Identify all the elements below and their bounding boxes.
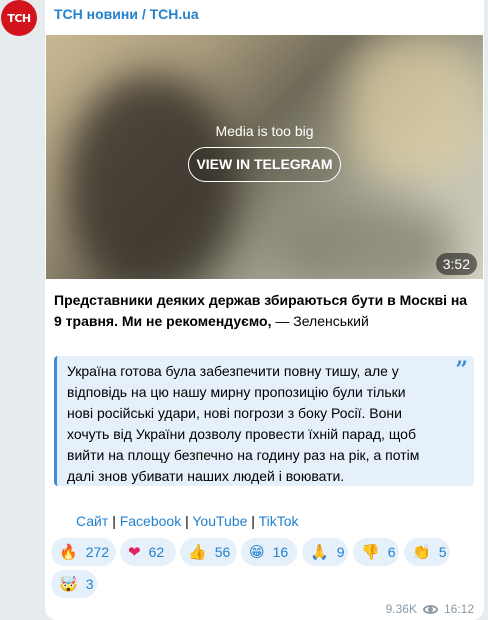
quote-mark-icon: ” [455,357,468,383]
media-too-big-notice: Media is too big [215,123,314,139]
mind-blown-icon: 🤯 [59,574,78,593]
reaction-heart[interactable]: ❤ 62 [120,538,176,566]
reaction-clap[interactable]: 👏 5 [404,538,450,566]
grin-icon: 😁 [249,542,265,561]
channel-name-link[interactable]: ТСН новини / TCH.ua [54,6,199,22]
reaction-count: 16 [272,544,289,560]
link-tiktok[interactable]: TikTok [259,513,299,529]
link-youtube[interactable]: YouTube [192,513,247,529]
reaction-count: 56 [214,544,231,560]
link-separator: | [112,513,116,529]
reaction-grin[interactable]: 😁 16 [241,538,297,566]
reaction-count: 3 [85,576,94,592]
link-facebook[interactable]: Facebook [120,513,181,529]
quote-line: вийти на площу безпечно на годину раз на… [67,447,420,463]
heart-icon: ❤ [128,542,141,561]
blurred-background [276,205,456,279]
thumbs-down-icon: 👎 [361,542,380,561]
channel-avatar[interactable]: ТСН [1,0,37,36]
link-separator: | [185,513,189,529]
quote-line: далі знов убивати наших людей і воювати. [67,468,345,484]
reaction-thumbs-down[interactable]: 👎 6 [353,538,399,566]
blurred-background [346,35,483,185]
quote-line: Україна готова була забезпечити повну ти… [67,363,399,379]
video-duration-badge: 3:52 [435,253,477,275]
message-meta: 9.36K 16:12 [386,602,474,616]
avatar-label: ТСН [7,11,31,25]
reaction-count: 6 [387,544,396,560]
reaction-count: 9 [336,544,345,560]
eye-icon [422,604,438,614]
reaction-fire[interactable]: 🔥 272 [51,538,116,566]
post-headline: Представники деяких держав збираються бу… [54,290,474,332]
headline-author: — Зеленський [271,313,369,329]
reaction-pray[interactable]: 🙏 9 [302,538,348,566]
reaction-count: 5 [438,544,447,560]
clap-icon: 👏 [412,542,431,561]
reaction-thumbs-up[interactable]: 👍 56 [180,538,237,566]
social-links: Сайт | Facebook | YouTube | TikTok [76,513,299,529]
headline-bold-text: Представники деяких держав збираються бу… [54,292,468,329]
link-site[interactable]: Сайт [76,513,108,529]
reaction-count: 62 [148,544,165,560]
view-in-telegram-button[interactable]: VIEW IN TELEGRAM [188,147,341,182]
quote-line: нові російські удари, нові погрози з бок… [67,405,402,421]
link-separator: | [251,513,255,529]
quote-line: відповідь на цю нашу мирну пропозицію бу… [67,384,406,400]
blockquote: Україна готова була забезпечити повну ти… [54,356,474,486]
fire-icon: 🔥 [59,542,78,561]
video-preview[interactable]: Media is too big VIEW IN TELEGRAM 3:52 [46,35,483,279]
reaction-mind-blown[interactable]: 🤯 3 [51,570,97,598]
quote-line: хочуть від України дозволу провести їхні… [67,426,416,442]
message-time: 16:12 [443,602,474,616]
message-bubble: ТСН новини / TCH.ua Media is too big VIE… [45,0,484,620]
reaction-count: 272 [85,544,110,560]
view-count: 9.36K [385,602,417,616]
thumbs-up-icon: 👍 [188,542,207,561]
pray-icon: 🙏 [310,542,329,561]
